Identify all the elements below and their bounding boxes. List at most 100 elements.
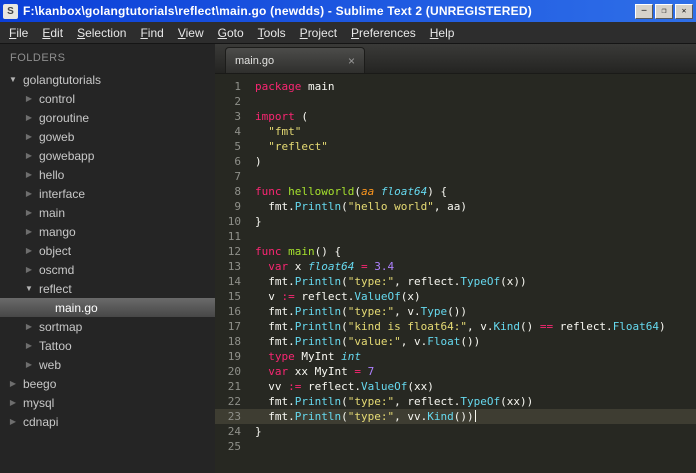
code-text: import ( <box>255 110 308 123</box>
expand-arrow-icon[interactable]: ▶ <box>24 113 34 122</box>
code-line-17[interactable]: 17 fmt.Println("kind is float64:", v.Kin… <box>215 319 696 334</box>
menu-file[interactable]: File <box>2 23 35 43</box>
code-line-13[interactable]: 13 var x float64 = 3.4 <box>215 259 696 274</box>
code-line-5[interactable]: 5 "reflect" <box>215 139 696 154</box>
tree-item-label: goroutine <box>39 110 90 125</box>
tree-item-label: main <box>39 205 66 220</box>
expand-arrow-icon[interactable]: ▶ <box>24 227 34 236</box>
menu-help[interactable]: Help <box>423 23 462 43</box>
expand-arrow-icon[interactable]: ▶ <box>24 246 34 255</box>
expand-arrow-icon[interactable]: ▶ <box>24 208 34 217</box>
folder-hello[interactable]: ▶ hello <box>0 165 215 184</box>
tab-label: main.go <box>235 54 275 67</box>
code-line-20[interactable]: 20 var xx MyInt = 7 <box>215 364 696 379</box>
code-text: } <box>255 215 262 228</box>
folder-control[interactable]: ▶ control <box>0 89 215 108</box>
code-line-21[interactable]: 21 vv := reflect.ValueOf(xx) <box>215 379 696 394</box>
expand-arrow-icon[interactable]: ▶ <box>24 189 34 198</box>
line-number: 11 <box>227 230 241 243</box>
menu-view[interactable]: View <box>171 23 211 43</box>
tree-item-label: gowebapp <box>39 148 95 163</box>
maximize-button[interactable]: ❐ <box>655 3 673 19</box>
code-line-10[interactable]: 10} <box>215 214 696 229</box>
folder-beego[interactable]: ▶ beego <box>0 374 215 393</box>
collapse-arrow-icon[interactable]: ▼ <box>24 284 34 293</box>
code-text: func helloworld(aa float64) { <box>255 185 448 198</box>
folder-main[interactable]: ▶ main <box>0 203 215 222</box>
code-line-12[interactable]: 12 func main() { <box>215 244 696 259</box>
file-main-go[interactable]: main.go <box>0 298 215 317</box>
expand-arrow-icon[interactable]: ▶ <box>24 265 34 274</box>
code-line-7[interactable]: 7 <box>215 169 696 184</box>
line-number: 16 <box>227 305 241 318</box>
folder-goroutine[interactable]: ▶ goroutine <box>0 108 215 127</box>
folder-oscmd[interactable]: ▶ oscmd <box>0 260 215 279</box>
menu-project[interactable]: Project <box>293 23 344 43</box>
close-button[interactable]: ✕ <box>675 3 693 19</box>
line-number: 14 <box>227 275 241 288</box>
code-line-8[interactable]: 8 func helloworld(aa float64) { <box>215 184 696 199</box>
folder-reflect[interactable]: ▼ reflect <box>0 279 215 298</box>
expand-arrow-icon[interactable]: ▶ <box>24 322 34 331</box>
code-line-14[interactable]: 14 fmt.Println("type:", reflect.TypeOf(x… <box>215 274 696 289</box>
folder-web[interactable]: ▶ web <box>0 355 215 374</box>
code-area[interactable]: 1 package main 2 3 import (4 "fmt" 5 "reflect… <box>215 74 696 473</box>
tab-main-go[interactable]: main.go × <box>225 47 365 73</box>
folder-sortmap[interactable]: ▶ sortmap <box>0 317 215 336</box>
folder-gowebapp[interactable]: ▶ gowebapp <box>0 146 215 165</box>
code-line-1[interactable]: 1 package main <box>215 79 696 94</box>
expand-arrow-icon[interactable]: ▶ <box>24 170 34 179</box>
expand-arrow-icon[interactable]: ▶ <box>24 151 34 160</box>
menu-preferences[interactable]: Preferences <box>344 23 423 43</box>
folder-tattoo[interactable]: ▶ Tattoo <box>0 336 215 355</box>
folder-mango[interactable]: ▶ mango <box>0 222 215 241</box>
menu-find[interactable]: Find <box>133 23 170 43</box>
tree-item-label: main.go <box>55 300 98 315</box>
folder-cdnapi[interactable]: ▶ cdnapi <box>0 412 215 431</box>
folder-golangtutorials[interactable]: ▼ golangtutorials <box>0 70 215 89</box>
code-line-4[interactable]: 4 "fmt" <box>215 124 696 139</box>
title-bar[interactable]: S F:\kanbox\golangtutorials\reflect\main… <box>0 0 696 22</box>
code-line-25[interactable]: 25 <box>215 439 696 454</box>
line-number: 9 <box>234 200 241 213</box>
expand-arrow-icon[interactable]: ▶ <box>24 132 34 141</box>
menu-goto[interactable]: Goto <box>211 23 251 43</box>
expand-arrow-icon[interactable]: ▶ <box>24 341 34 350</box>
expand-arrow-icon[interactable]: ▶ <box>8 417 18 426</box>
code-line-23[interactable]: 23 fmt.Println("type:", vv.Kind()) <box>215 409 696 424</box>
code-line-11[interactable]: 11 <box>215 229 696 244</box>
code-line-18[interactable]: 18 fmt.Println("value:", v.Float()) <box>215 334 696 349</box>
code-text: fmt.Println("value:", v.Float()) <box>255 335 481 348</box>
expand-arrow-icon[interactable]: ▶ <box>8 398 18 407</box>
line-number: 8 <box>234 185 241 198</box>
folder-object[interactable]: ▶ object <box>0 241 215 260</box>
folder-mysql[interactable]: ▶ mysql <box>0 393 215 412</box>
code-line-19[interactable]: 19 type MyInt int <box>215 349 696 364</box>
minimize-button[interactable]: ─ <box>635 3 653 19</box>
code-line-3[interactable]: 3 import ( <box>215 109 696 124</box>
expand-arrow-icon[interactable]: ▶ <box>8 379 18 388</box>
tab-close-icon[interactable]: × <box>348 55 355 67</box>
code-text: type MyInt int <box>268 350 361 363</box>
code-line-16[interactable]: 16 fmt.Println("type:", v.Type()) <box>215 304 696 319</box>
text-cursor <box>474 410 476 422</box>
tree-item-label: sortmap <box>39 319 83 334</box>
code-line-2[interactable]: 2 <box>215 94 696 109</box>
menu-selection[interactable]: Selection <box>70 23 133 43</box>
code-line-6[interactable]: 6) <box>215 154 696 169</box>
folder-interface[interactable]: ▶ interface <box>0 184 215 203</box>
line-number: 21 <box>227 380 241 393</box>
menu-edit[interactable]: Edit <box>35 23 70 43</box>
collapse-arrow-icon[interactable]: ▼ <box>8 75 18 84</box>
code-line-22[interactable]: 22 fmt.Println("type:", reflect.TypeOf(x… <box>215 394 696 409</box>
expand-arrow-icon[interactable]: ▶ <box>24 94 34 103</box>
folders-header: FOLDERS <box>10 52 66 64</box>
code-line-15[interactable]: 15 v := reflect.ValueOf(x) <box>215 289 696 304</box>
code-text: package main <box>255 80 335 93</box>
code-line-24[interactable]: 24} <box>215 424 696 439</box>
line-number: 24 <box>227 425 241 438</box>
expand-arrow-icon[interactable]: ▶ <box>24 360 34 369</box>
folder-goweb[interactable]: ▶ goweb <box>0 127 215 146</box>
menu-tools[interactable]: Tools <box>251 23 293 43</box>
code-line-9[interactable]: 9 fmt.Println("hello world", aa) <box>215 199 696 214</box>
